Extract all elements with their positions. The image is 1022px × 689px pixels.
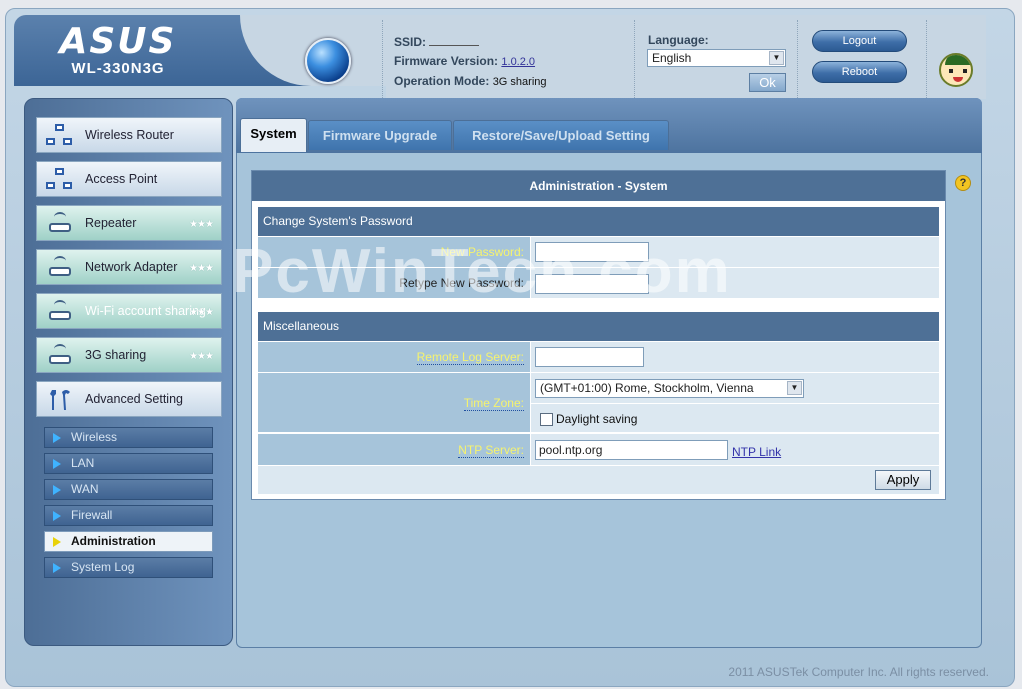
new-password-field[interactable] (535, 242, 649, 262)
divider (634, 20, 635, 98)
ntp-link[interactable]: NTP Link (732, 445, 781, 459)
sidebar-item-wireless-router[interactable]: Wireless Router (36, 117, 222, 153)
daylight-saving-label: Daylight saving (556, 412, 638, 426)
divider (531, 403, 939, 404)
ntp-server-field[interactable]: pool.ntp.org (535, 440, 728, 460)
model-name: WL-330N3G (71, 60, 165, 77)
remote-log-server-field[interactable] (535, 347, 644, 367)
arrow-icon (53, 563, 61, 573)
divider (797, 20, 798, 98)
sidebar-item-advanced-setting[interactable]: Advanced Setting (36, 381, 222, 417)
firmware-line: Firmware Version: 1.0.2.0 (394, 54, 535, 68)
mascot-icon (939, 53, 973, 87)
language-label: Language: (648, 33, 709, 47)
wireless-adapter-icon (46, 300, 74, 324)
new-password-label: New Password: (440, 245, 524, 259)
sidebar-item-label: Advanced Setting (85, 392, 183, 406)
sidebar-subitem-label: Firewall (71, 508, 113, 522)
stars-icon: ★★★ (189, 263, 214, 274)
daylight-saving-checkbox[interactable] (540, 413, 553, 426)
tab-restore-save-upload[interactable]: Restore/Save/Upload Setting (453, 120, 669, 150)
logout-button[interactable]: Logout (812, 30, 907, 52)
divider (926, 20, 927, 98)
opmode-value: 3G sharing (492, 76, 547, 88)
svg-text:ASUS: ASUS (57, 22, 177, 60)
sidebar-subitem-administration[interactable]: Administration (44, 531, 213, 552)
globe-icon (305, 38, 351, 84)
network-icon (46, 168, 74, 192)
network-icon (46, 124, 74, 148)
help-icon[interactable]: ? (955, 175, 971, 191)
tab-firmware-upgrade[interactable]: Firmware Upgrade (308, 120, 452, 150)
firmware-version-link[interactable]: 1.0.2.0 (501, 56, 535, 68)
sidebar-item-label: Access Point (85, 172, 158, 186)
tools-icon (50, 390, 70, 410)
divider (382, 20, 383, 98)
sidebar-subitem-lan[interactable]: LAN (44, 453, 213, 474)
timezone-select[interactable]: (GMT+01:00) Rome, Stockholm, Vienna ▼ (535, 379, 804, 398)
sidebar-item-label: Network Adapter (85, 260, 178, 274)
sidebar-item-network-adapter[interactable]: Network Adapter ★★★ (36, 249, 222, 285)
sidebar-item-label: Wireless Router (85, 128, 174, 142)
sidebar-subitem-wireless[interactable]: Wireless (44, 427, 213, 448)
language-select[interactable]: English ▼ (647, 49, 786, 67)
arrow-icon (53, 485, 61, 495)
ntp-label: NTP Server: (458, 443, 524, 458)
stars-icon: ★★★ (189, 351, 214, 362)
stars-icon: ★★★ (189, 219, 214, 230)
wireless-adapter-icon (46, 256, 74, 280)
arrow-icon (53, 511, 61, 521)
timezone-value: (GMT+01:00) Rome, Stockholm, Vienna (540, 381, 754, 395)
sidebar-item-repeater[interactable]: Repeater ★★★ (36, 205, 222, 241)
opmode-line: Operation Mode: 3G sharing (394, 74, 547, 88)
arrow-icon (53, 537, 61, 547)
misc-section-header: Miscellaneous (258, 312, 939, 341)
sidebar-item-3g-sharing[interactable]: 3G sharing ★★★ (36, 337, 222, 373)
apply-row (258, 466, 939, 494)
sidebar-item-wifi-account-sharing[interactable]: Wi-Fi account sharing ★★★ (36, 293, 222, 329)
retype-password-field[interactable] (535, 274, 649, 294)
ssid-line: SSID: (394, 35, 480, 49)
remote-log-label: Remote Log Server: (416, 350, 524, 365)
panel-title: Administration - System (252, 171, 945, 201)
timezone-label: Time Zone: (463, 396, 524, 411)
stars-icon: ★★★ (189, 307, 214, 318)
sidebar-subitem-firewall[interactable]: Firewall (44, 505, 213, 526)
tab-system[interactable]: System (240, 118, 307, 152)
sidebar-item-label: 3G sharing (85, 348, 147, 362)
footer-copyright: 2011 ASUSTek Computer Inc. All rights re… (728, 665, 989, 679)
language-value: English (652, 51, 692, 65)
wireless-adapter-icon (46, 212, 74, 236)
sidebar-subitem-label: WAN (71, 482, 99, 496)
opmode-label: Operation Mode: (394, 74, 490, 88)
password-section-header: Change System's Password (258, 207, 939, 236)
chevron-down-icon[interactable]: ▼ (787, 381, 802, 395)
ssid-label: SSID: (394, 35, 427, 49)
sidebar-subitem-label: LAN (71, 456, 95, 470)
arrow-icon (53, 459, 61, 469)
sidebar-subitem-label: Administration (71, 534, 156, 548)
sidebar-item-access-point[interactable]: Access Point (36, 161, 222, 197)
firmware-label: Firmware Version: (394, 54, 499, 68)
sidebar-item-label: Repeater (85, 216, 137, 230)
chevron-down-icon[interactable]: ▼ (769, 51, 784, 65)
reboot-button[interactable]: Reboot (812, 61, 907, 83)
language-ok-button[interactable]: Ok (749, 73, 786, 92)
arrow-icon (53, 433, 61, 443)
sidebar-subitem-label: System Log (71, 560, 135, 574)
wireless-adapter-icon (46, 344, 74, 368)
sidebar-subitem-label: Wireless (71, 430, 118, 444)
sidebar-subitem-wan[interactable]: WAN (44, 479, 213, 500)
sidebar-item-label: Wi-Fi account sharing (85, 304, 206, 318)
sidebar-subitem-system-log[interactable]: System Log (44, 557, 213, 578)
retype-password-label: Retype New Password: (399, 276, 524, 290)
apply-button[interactable]: Apply (875, 470, 931, 490)
asus-logo: ASUS (57, 22, 177, 60)
ssid-value (429, 40, 480, 46)
